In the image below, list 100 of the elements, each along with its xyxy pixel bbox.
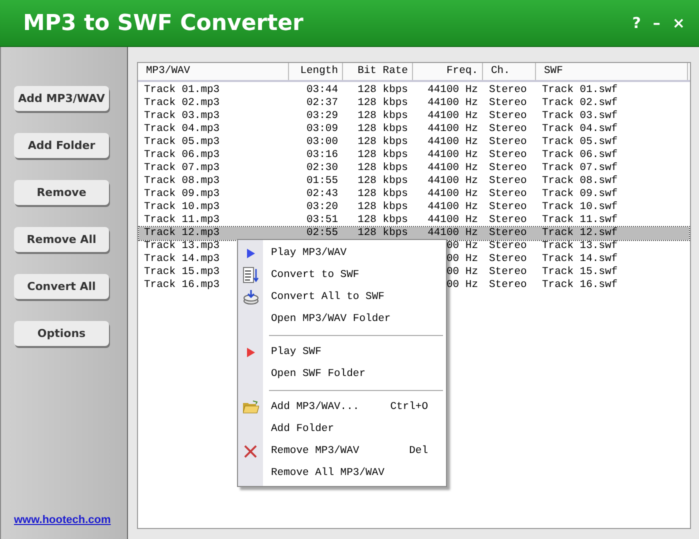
table-cell: Stereo — [489, 110, 527, 122]
table-cell: Track 10.mp3 — [144, 201, 220, 213]
table-cell: 00 Hz — [446, 240, 478, 252]
table-cell: 44100 Hz — [428, 214, 478, 226]
table-cell: Track 08.swf — [542, 175, 618, 187]
menu-item[interactable]: Play MP3/WAV — [238, 242, 446, 264]
table-cell: Track 13.swf — [542, 240, 618, 252]
selected-row[interactable]: Track 12.mp3 02:55 128 kbps 44100 Hz Stereo Track 12.swf — [139, 227, 689, 240]
website-link[interactable]: www.hootech.com — [14, 514, 127, 526]
table-cell: Track 03.swf — [542, 110, 618, 122]
table-cell: 128 kbps — [358, 188, 408, 200]
table-cell: Stereo — [489, 149, 527, 161]
table-cell: Track 12.mp3 — [144, 227, 220, 239]
sidebar-button[interactable]: Options — [14, 321, 109, 346]
list-arrow-icon — [242, 267, 258, 283]
cross-icon — [244, 444, 257, 458]
table-cell: Stereo — [489, 97, 527, 109]
table-cell: 03:20 — [306, 201, 338, 213]
table-cell: Track 04.swf — [542, 123, 618, 135]
table-cell: Stereo — [489, 84, 527, 96]
table-cell: Track 03.mp3 — [144, 110, 220, 122]
menu-item[interactable]: Add Folder — [238, 418, 446, 440]
table-cell: Track 10.swf — [542, 201, 618, 213]
table-cell: 02:43 — [306, 188, 338, 200]
table-cell: Track 05.swf — [542, 136, 618, 148]
table-cell: Track 16.swf — [542, 279, 618, 291]
sidebar-button[interactable]: Remove All — [14, 227, 109, 252]
column-header[interactable]: Length — [289, 63, 343, 80]
table-cell: 44100 Hz — [428, 188, 478, 200]
minimize-button[interactable]: – — [652, 14, 660, 32]
table-cell: Stereo — [489, 136, 527, 148]
table-cell: Stereo — [489, 214, 527, 226]
table-cell: 02:37 — [306, 97, 338, 109]
table-cell: Track 07.swf — [542, 162, 618, 174]
table-cell: 44100 Hz — [428, 201, 478, 213]
column-header[interactable]: Freq. — [413, 63, 483, 80]
table-cell: Track 06.mp3 — [144, 149, 220, 161]
table-cell: 44100 Hz — [428, 149, 478, 161]
table-cell: 00 Hz — [446, 253, 478, 265]
table-cell: 44100 Hz — [428, 175, 478, 187]
table-cell: 128 kbps — [358, 149, 408, 161]
sidebar-button[interactable]: Add Folder — [14, 133, 109, 158]
menu-item[interactable]: Open SWF Folder — [238, 363, 446, 385]
table-cell: 02:30 — [306, 162, 338, 174]
table-cell: Stereo — [489, 188, 527, 200]
table-cell: 128 kbps — [358, 227, 408, 239]
column-header[interactable]: Bit Rate — [343, 63, 413, 80]
table-cell: 128 kbps — [358, 175, 408, 187]
menu-item[interactable]: Remove All MP3/WAV — [238, 462, 446, 484]
menu-item[interactable]: Play SWF — [238, 341, 446, 363]
table-cell: 44100 Hz — [428, 97, 478, 109]
window-title: MP3 to SWF Converter — [23, 10, 304, 36]
table-cell: Track 05.mp3 — [144, 136, 220, 148]
table-cell: 03:44 — [306, 84, 338, 96]
menu-item[interactable]: Add MP3/WAV... Ctrl+O — [238, 396, 446, 418]
column-header[interactable]: SWF — [536, 63, 688, 80]
table-cell: 03:51 — [306, 214, 338, 226]
table-cell: Track 16.mp3 — [144, 279, 220, 291]
column-header[interactable]: MP3/WAV — [138, 63, 289, 80]
menu-item[interactable]: Remove MP3/WAV Del — [238, 440, 446, 462]
stack-icon — [242, 289, 258, 305]
table-cell: 128 kbps — [358, 84, 408, 96]
table-cell: Track 12.swf — [542, 227, 618, 239]
play-icon — [246, 248, 254, 258]
table-cell: 128 kbps — [358, 162, 408, 174]
menu-item[interactable]: Convert to SWF — [238, 264, 446, 286]
table-cell: 44100 Hz — [428, 136, 478, 148]
column-header[interactable]: Ch. — [483, 63, 536, 80]
table-cell: 03:09 — [306, 123, 338, 135]
table-cell: Track 09.swf — [542, 188, 618, 200]
table-cell: 03:00 — [306, 136, 338, 148]
table-cell: 00 Hz — [446, 266, 478, 278]
table-cell: 128 kbps — [358, 97, 408, 109]
table-cell: 128 kbps — [358, 136, 408, 148]
table-cell: 02:55 — [306, 227, 338, 239]
table-cell: Stereo — [489, 162, 527, 174]
sidebar-button[interactable]: Remove — [14, 180, 109, 205]
shortcut-label: Del — [409, 445, 428, 457]
table-cell: Track 01.mp3 — [144, 84, 220, 96]
table-cell: Stereo — [489, 227, 527, 239]
table-cell: Track 15.swf — [542, 266, 618, 278]
table-cell: Track 11.mp3 — [144, 214, 220, 226]
table-cell: 44100 Hz — [428, 84, 478, 96]
table-cell: Track 04.mp3 — [144, 123, 220, 135]
table-cell: Stereo — [489, 123, 527, 135]
sidebar-button[interactable]: Convert All — [14, 274, 109, 299]
table-cell: Track 13.mp3 — [144, 240, 220, 252]
table-cell: 128 kbps — [358, 123, 408, 135]
menu-item[interactable]: Convert All to SWF — [238, 286, 446, 308]
folder-icon — [242, 400, 258, 414]
sidebar-button[interactable]: Add MP3/WAV — [14, 86, 109, 111]
table-cell: 44100 Hz — [428, 110, 478, 122]
table-cell: Stereo — [489, 240, 527, 252]
table-cell: 128 kbps — [358, 201, 408, 213]
table-cell: Stereo — [489, 279, 527, 291]
table-cell: 44100 Hz — [428, 123, 478, 135]
table-cell: Track 02.swf — [542, 97, 618, 109]
play-icon — [246, 346, 254, 358]
menu-item[interactable]: Open MP3/WAV Folder — [238, 308, 446, 330]
close-button[interactable]: × — [672, 14, 685, 32]
